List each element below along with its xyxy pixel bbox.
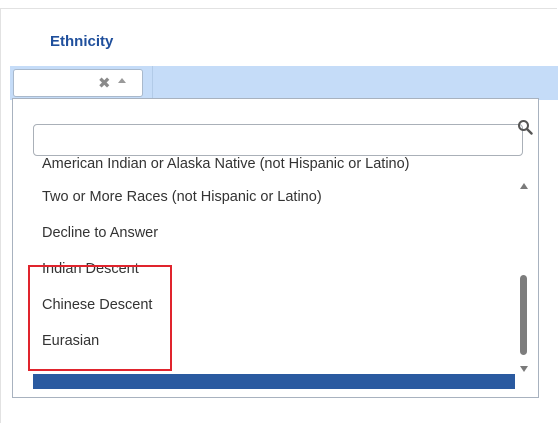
column-header-ethnicity[interactable]: Ethnicity (50, 33, 113, 50)
list-item[interactable]: Decline to Answer (13, 215, 513, 251)
scroll-thumb[interactable] (520, 275, 527, 355)
search-input[interactable] (33, 124, 523, 156)
scroll-up-icon[interactable] (520, 183, 528, 189)
filter-divider (152, 66, 153, 100)
selected-option-bar[interactable] (33, 374, 515, 389)
search-icon[interactable] (517, 119, 533, 135)
scrollbar[interactable] (518, 183, 530, 375)
list-item[interactable]: Two or More Races (not Hispanic or Latin… (13, 179, 513, 215)
scroll-down-icon[interactable] (520, 366, 528, 372)
highlight-annotation-box (28, 265, 172, 371)
list-item[interactable]: American Indian or Alaska Native (not Hi… (13, 157, 513, 179)
close-icon[interactable]: ✖ (98, 74, 111, 92)
ethnicity-filter-select[interactable]: ✖ (13, 69, 143, 97)
caret-up-icon[interactable] (118, 78, 126, 83)
